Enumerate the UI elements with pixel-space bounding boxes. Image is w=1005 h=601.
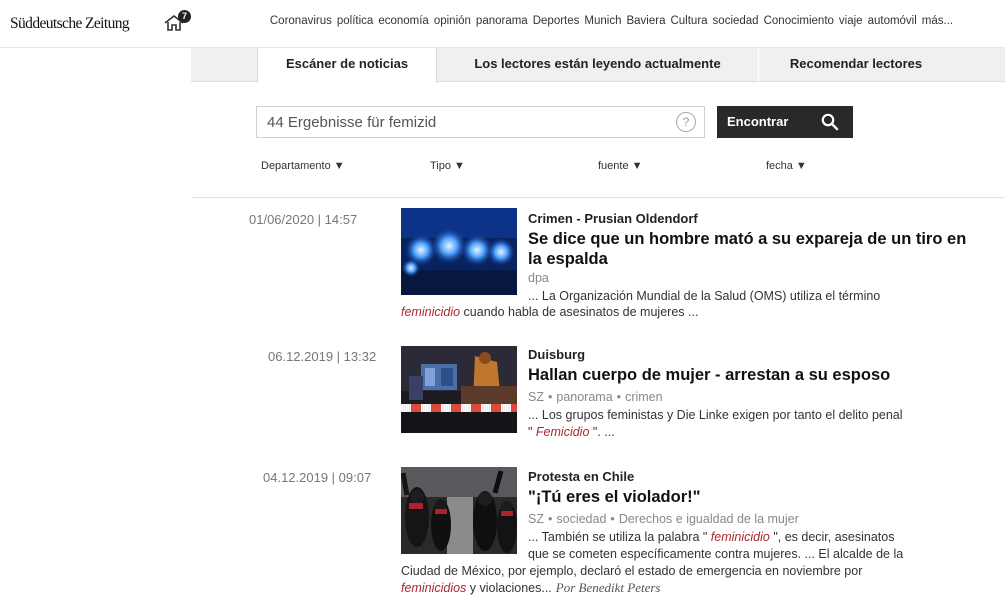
result-meta: SZ • panorama • crimen xyxy=(528,390,663,404)
nav-item-coronavirus[interactable]: Coronavirus xyxy=(270,14,332,28)
nav-item-economia[interactable]: economía xyxy=(378,14,429,28)
result-snippet-line: ... También se utiliza la palabra " femi… xyxy=(528,529,894,546)
tab-news-scanner[interactable]: Escáner de noticias xyxy=(257,48,437,83)
result-snippet-line: que se cometen específicamente contra mu… xyxy=(528,547,904,561)
result-meta: SZ • sociedad • Derechos e igualdad de la mu… xyxy=(528,512,799,526)
snippet-text: ", es decir, asesinatos xyxy=(769,530,895,544)
meta-item[interactable]: crimen xyxy=(625,390,663,404)
search-highlight: feminicidios xyxy=(401,581,467,595)
filter-department[interactable]: Departamento ▼ xyxy=(261,160,345,172)
result-snippet-line: feminicidios y violaciones... Por Benedik… xyxy=(401,580,660,597)
nav-item-viaje[interactable]: viaje xyxy=(839,14,863,28)
nav-item-mas[interactable]: más... xyxy=(922,14,953,28)
result-title-line: Hallan cuerpo de mujer - arrestan a su e… xyxy=(528,366,891,384)
search-icon xyxy=(821,113,839,131)
result-kicker: Duisburg xyxy=(528,347,586,362)
home-button[interactable]: 7 xyxy=(163,10,197,34)
result-date: 06.12.2019 | 13:32 xyxy=(268,349,377,364)
filter-date[interactable]: fecha ▼ xyxy=(766,160,807,172)
results-divider xyxy=(191,197,1005,198)
filter-source-label: fuente xyxy=(598,160,629,172)
nav-item-baviera[interactable]: Baviera xyxy=(626,14,665,28)
top-navigation: Süddeutsche Zeitung 7 Coronavirus políti… xyxy=(0,0,1005,48)
tab-recommend-readers[interactable]: Recomendar lectores xyxy=(766,48,946,82)
result-title-line: la espalda xyxy=(528,250,608,268)
result-date: 04.12.2019 | 09:07 xyxy=(263,470,372,485)
result-title[interactable]: Hallan cuerpo de mujer - arrestan a su e… xyxy=(528,365,890,385)
meta-item[interactable]: SZ xyxy=(528,390,544,404)
tab-divider xyxy=(758,48,759,82)
chevron-down-icon: ▼ xyxy=(454,160,465,172)
tab-bar: Escáner de noticias Los lectores están l… xyxy=(191,48,1005,83)
filter-date-label: fecha xyxy=(766,160,793,172)
result-title[interactable]: "¡Tú eres el violador!" xyxy=(528,487,700,507)
filter-type-label: Tipo xyxy=(430,160,451,172)
result-snippet-line: " Femicidio ". ... xyxy=(528,424,615,441)
crime-scene-image xyxy=(401,346,517,433)
nav-item-conocimiento[interactable]: Conocimiento xyxy=(764,14,834,28)
notification-badge: 7 xyxy=(178,10,191,23)
help-icon[interactable]: ? xyxy=(676,112,696,132)
tab-readers-reading[interactable]: Los lectores están leyendo actualmente xyxy=(445,48,750,82)
author-byline[interactable]: Por Benedikt Peters xyxy=(556,580,661,595)
nav-item-automovil[interactable]: automóvil xyxy=(868,14,917,28)
protest-image xyxy=(401,467,517,554)
result-thumbnail[interactable] xyxy=(401,467,517,554)
result-snippet-line: ... Los grupos feministas y Die Linke ex… xyxy=(528,408,903,422)
result-snippet-line: Ciudad de México, por ejemplo, declaró e… xyxy=(401,564,863,578)
search-highlight: feminicidio xyxy=(710,530,770,544)
nav-item-opinion[interactable]: opinión xyxy=(434,14,471,28)
search-value: 44 Ergebnisse für femizid xyxy=(267,114,437,131)
result-kicker: Crimen - Prusian Oldendorf xyxy=(528,211,698,226)
meta-item[interactable]: panorama xyxy=(556,390,612,404)
result-snippet-line: ... La Organización Mundial de la Salud … xyxy=(528,289,881,303)
filter-type[interactable]: Tipo ▼ xyxy=(430,160,465,172)
search-highlight: feminicidio xyxy=(401,305,461,319)
result-title[interactable]: Se dice que un hombre mató a su expareja… xyxy=(528,229,966,269)
snippet-text: ... También se utiliza la palabra " xyxy=(528,530,711,544)
meta-item[interactable]: Derechos e igualdad de la mujer xyxy=(619,512,799,526)
nav-item-sociedad[interactable]: sociedad xyxy=(713,14,759,28)
search-input[interactable]: 44 Ergebnisse für femizid ? xyxy=(256,106,705,138)
snippet-text: ". ... xyxy=(589,425,615,439)
result-thumbnail[interactable] xyxy=(401,208,517,295)
filter-department-label: Departamento xyxy=(261,160,331,172)
nav-item-politica[interactable]: política xyxy=(337,14,373,28)
meta-item[interactable]: SZ xyxy=(528,512,544,526)
nav-item-munich[interactable]: Munich xyxy=(584,14,621,28)
chevron-down-icon: ▼ xyxy=(333,160,345,172)
search-highlight: Femicidio xyxy=(535,425,590,439)
snippet-text: y violaciones... xyxy=(466,581,552,595)
result-source: dpa xyxy=(528,271,549,285)
result-kicker: Protesta en Chile xyxy=(528,469,635,484)
result-date: 01/06/2020 | 14:57 xyxy=(249,212,358,227)
result-title-line: Se dice que un hombre mató a su expareja… xyxy=(528,230,967,248)
nav-item-deportes[interactable]: Deportes xyxy=(533,14,580,28)
section-nav: Coronavirus política economía opinión pa… xyxy=(214,14,1005,28)
nav-item-panorama[interactable]: panorama xyxy=(476,14,528,28)
search-button-label: Encontrar xyxy=(727,114,789,129)
police-lights-image xyxy=(401,208,517,295)
chevron-down-icon: ▼ xyxy=(795,160,807,172)
nav-item-cultura[interactable]: Cultura xyxy=(670,14,707,28)
snippet-text: cuando habla de asesinatos de mujeres ..… xyxy=(460,305,699,319)
chevron-down-icon: ▼ xyxy=(631,160,643,172)
snippet-text: " xyxy=(528,425,536,439)
filter-source[interactable]: fuente ▼ xyxy=(598,160,642,172)
meta-item[interactable]: sociedad xyxy=(556,512,606,526)
result-thumbnail[interactable] xyxy=(401,346,517,433)
result-title-line: "¡Tú eres el violador!" xyxy=(528,488,701,506)
search-button[interactable]: Encontrar xyxy=(717,106,853,138)
site-logo[interactable]: Süddeutsche Zeitung xyxy=(10,15,130,33)
result-snippet-line: feminicidio cuando habla de asesinatos d… xyxy=(401,304,698,321)
